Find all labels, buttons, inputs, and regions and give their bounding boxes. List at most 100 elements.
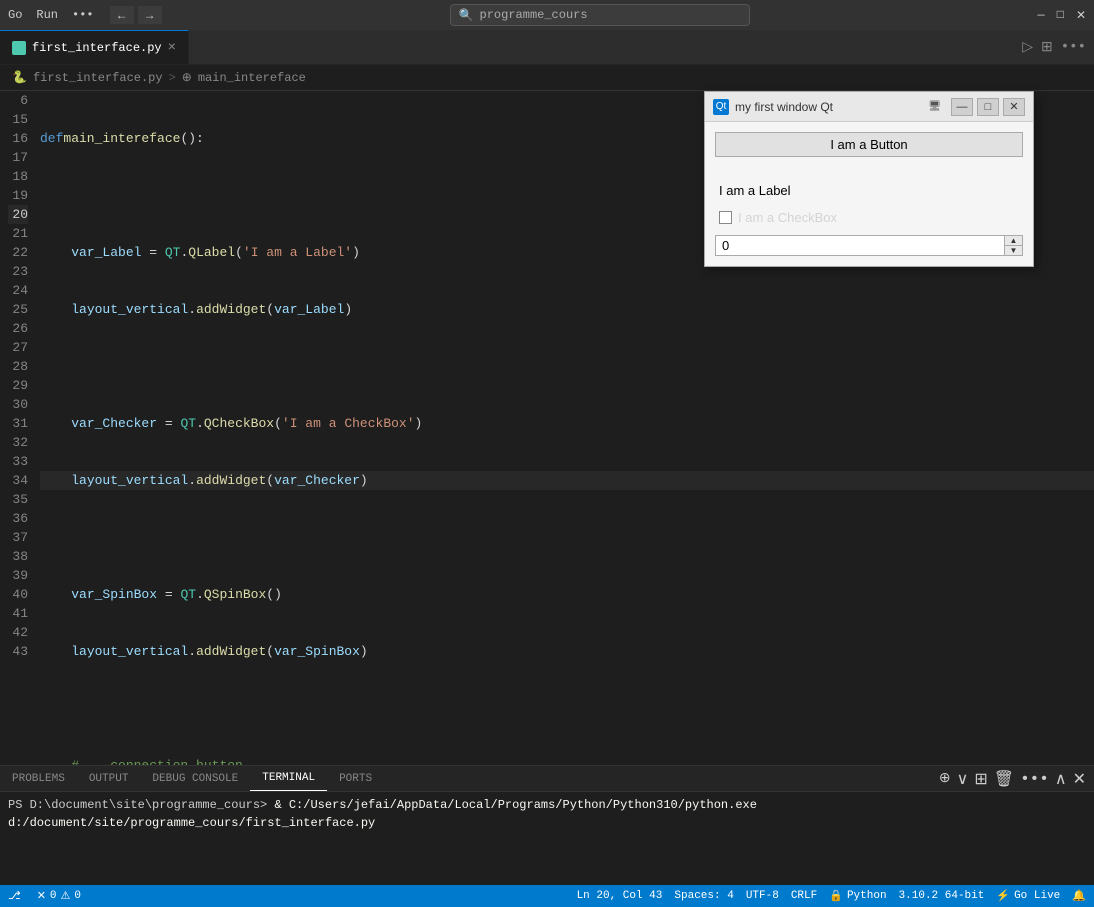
qt-title-bar: Qt my first window Qt 🖥 — □ ✕ xyxy=(705,92,1033,122)
spaces-text: Spaces: 4 xyxy=(674,890,733,902)
tab-terminal[interactable]: TERMINAL xyxy=(250,766,327,791)
qt-push-button[interactable]: I am a Button xyxy=(715,132,1023,157)
error-icon: ✕ xyxy=(37,889,46,903)
status-python-version[interactable]: 3.10.2 64-bit xyxy=(899,890,985,902)
panel-tab-actions[interactable]: ⊕ ∨ ⊞ 🗑 ••• ∧ ✕ xyxy=(939,766,1094,791)
status-language[interactable]: 🔒 Python xyxy=(829,889,886,903)
status-line-ending[interactable]: CRLF xyxy=(791,890,817,902)
editor-area: 6 15 16 17 18 19 20 21 22 23 24 25 26 27… xyxy=(0,91,1094,765)
qt-close-button[interactable]: ✕ xyxy=(1003,98,1025,116)
status-position[interactable]: Ln 20, Col 43 xyxy=(577,890,663,902)
breadcrumb: 🐍 first_interface.py > ⊕ main_intereface xyxy=(0,65,1094,91)
qt-spinbox-input[interactable] xyxy=(716,236,1004,255)
breadcrumb-icon: ⊕ xyxy=(182,70,192,85)
terminal-line: PS D:\document\site\programme_cours> & C… xyxy=(8,796,1086,832)
qt-spinbox-arrows: ▲ ▼ xyxy=(1004,236,1022,255)
warning-count: 0 xyxy=(74,890,81,902)
tab-bar: first_interface.py × ▷ ⊞ ••• xyxy=(0,30,1094,65)
panel-maximize-icon[interactable]: ∧ xyxy=(1055,769,1067,789)
breadcrumb-method[interactable]: main_intereface xyxy=(198,71,306,85)
qt-window-controls[interactable]: — □ ✕ xyxy=(951,98,1025,116)
line-ending-text: CRLF xyxy=(791,890,817,902)
notification-icon: 🔔 xyxy=(1072,889,1086,903)
tab-actions[interactable]: ▷ ⊞ ••• xyxy=(1022,30,1094,64)
status-spaces[interactable]: Spaces: 4 xyxy=(674,890,733,902)
menu-more[interactable]: ••• xyxy=(72,8,94,22)
tab-output[interactable]: OUTPUT xyxy=(77,766,141,791)
code-line xyxy=(40,528,1094,547)
search-bar[interactable]: 🔍 programme_cours xyxy=(170,4,1030,26)
qt-body: I am a Button I am a Label I am a CheckB… xyxy=(705,122,1033,266)
menu-go[interactable]: Go xyxy=(8,8,22,22)
qt-minimize-button[interactable]: — xyxy=(951,98,973,116)
python-file-icon xyxy=(12,41,26,55)
status-bar-right: Ln 20, Col 43 Spaces: 4 UTF-8 CRLF 🔒 Pyt… xyxy=(577,889,1086,903)
go-live-text: Go Live xyxy=(1014,890,1060,902)
code-line: layout_vertical.addWidget(var_SpinBox) xyxy=(40,642,1094,661)
terminal-add-icon[interactable]: ⊕ xyxy=(939,770,951,787)
qt-preview-window[interactable]: Qt my first window Qt 🖥 — □ ✕ I am a But… xyxy=(704,91,1034,267)
terminal-more-icon[interactable]: ••• xyxy=(1020,770,1049,788)
code-line: var_Checker = QT.QCheckBox('I am a Check… xyxy=(40,414,1094,433)
tab-close-icon[interactable]: × xyxy=(168,40,176,56)
status-go-live[interactable]: ⚡ Go Live xyxy=(996,889,1060,903)
breadcrumb-separator: > xyxy=(169,71,176,85)
qt-label: I am a Label xyxy=(715,181,1023,200)
bottom-panel: PROBLEMS OUTPUT DEBUG CONSOLE TERMINAL P… xyxy=(0,765,1094,885)
tab-label: first_interface.py xyxy=(32,41,162,55)
window-controls[interactable]: — □ ✕ xyxy=(1038,8,1086,23)
qt-app-icon: Qt xyxy=(713,99,729,115)
status-git[interactable]: ⎇ xyxy=(8,889,25,903)
status-encoding[interactable]: UTF-8 xyxy=(746,890,779,902)
back-button[interactable]: ← xyxy=(110,6,134,24)
line-numbers: 6 15 16 17 18 19 20 21 22 23 24 25 26 27… xyxy=(0,91,40,765)
panel-close-icon[interactable]: ✕ xyxy=(1073,769,1086,789)
run-icon[interactable]: ▷ xyxy=(1022,39,1033,56)
qt-spacer xyxy=(715,165,1023,173)
search-icon: 🔍 xyxy=(459,8,474,23)
position-text: Ln 20, Col 43 xyxy=(577,890,663,902)
forward-button[interactable]: → xyxy=(138,6,162,24)
qt-theme-icon: 🖥 xyxy=(928,101,941,112)
status-errors[interactable]: ✕ 0 ⚠ 0 xyxy=(37,889,81,903)
qt-checkbox-row: I am a CheckBox xyxy=(715,208,1023,227)
language-text: Python xyxy=(847,890,887,902)
code-line: #----connection button---- xyxy=(40,756,1094,765)
more-actions-icon[interactable]: ••• xyxy=(1061,39,1086,55)
code-line xyxy=(40,357,1094,376)
search-text: programme_cours xyxy=(480,8,588,22)
tab-first-interface[interactable]: first_interface.py × xyxy=(0,30,189,64)
qt-spinbox-down[interactable]: ▼ xyxy=(1005,246,1022,255)
warning-icon: ⚠ xyxy=(61,889,71,903)
git-branch-icon: ⎇ xyxy=(8,889,21,903)
tab-ports[interactable]: PORTS xyxy=(327,766,384,791)
menu-bar[interactable]: Go Run ••• xyxy=(8,8,94,22)
terminal-split-icon[interactable]: ⊞ xyxy=(974,769,987,789)
breadcrumb-file[interactable]: first_interface.py xyxy=(33,71,163,85)
tab-problems[interactable]: PROBLEMS xyxy=(0,766,77,791)
minimize-button[interactable]: — xyxy=(1038,8,1045,23)
maximize-button[interactable]: □ xyxy=(1057,8,1064,23)
encoding-text: UTF-8 xyxy=(746,890,779,902)
code-line xyxy=(40,699,1094,718)
menu-run[interactable]: Run xyxy=(36,8,58,22)
title-bar: Go Run ••• ← → 🔍 programme_cours — □ ✕ xyxy=(0,0,1094,30)
code-line-active: layout_vertical.addWidget(var_Checker) xyxy=(40,471,1094,490)
tab-debug-console[interactable]: DEBUG CONSOLE xyxy=(140,766,250,791)
search-box[interactable]: 🔍 programme_cours xyxy=(450,4,750,26)
terminal-dropdown-icon[interactable]: ∨ xyxy=(957,769,969,789)
close-button[interactable]: ✕ xyxy=(1076,8,1086,23)
qt-checkbox[interactable] xyxy=(719,211,732,224)
qt-checkbox-label: I am a CheckBox xyxy=(738,210,837,225)
language-icon: 🔒 xyxy=(829,889,843,903)
python-version-text: 3.10.2 64-bit xyxy=(899,890,985,902)
qt-spinbox-up[interactable]: ▲ xyxy=(1005,236,1022,246)
qt-restore-button[interactable]: □ xyxy=(977,98,999,116)
qt-spinbox[interactable]: ▲ ▼ xyxy=(715,235,1023,256)
code-line: var_SpinBox = QT.QSpinBox() xyxy=(40,585,1094,604)
split-editor-icon[interactable]: ⊞ xyxy=(1041,39,1053,56)
status-notification[interactable]: 🔔 xyxy=(1072,889,1086,903)
qt-title-text: my first window Qt xyxy=(735,100,922,114)
terminal-trash-icon[interactable]: 🗑 xyxy=(994,769,1014,789)
terminal-prompt: PS D:\document\site\programme_cours> xyxy=(8,798,274,812)
